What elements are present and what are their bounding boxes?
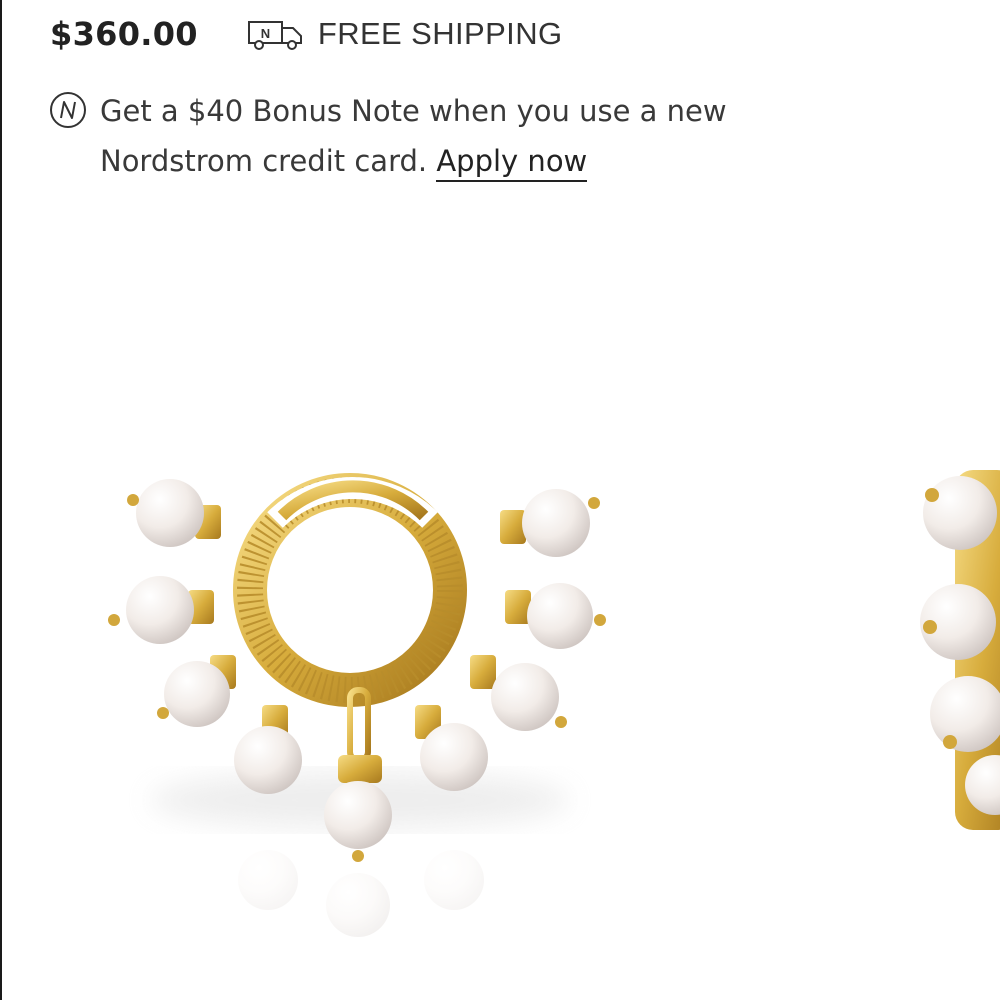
- promo-line-1: Get a $40 Bonus Note when you use a new: [100, 94, 727, 128]
- price-shipping-row: $360.00 N FREE SHIPPING: [50, 14, 563, 54]
- free-shipping-label: FREE SHIPPING: [317, 16, 563, 51]
- product-image[interactable]: [0, 420, 1000, 1000]
- apply-now-link[interactable]: Apply now: [436, 144, 588, 182]
- product-price: $360.00: [50, 15, 198, 53]
- promo-line-2: Nordstrom credit card.: [100, 144, 428, 178]
- delivery-truck-icon: N: [247, 21, 302, 50]
- promo-text: Get a $40 Bonus Note when you use a new …: [100, 86, 727, 186]
- svg-text:N: N: [261, 26, 270, 41]
- nordstrom-note-icon: [50, 92, 86, 128]
- shipping-info: N FREE SHIPPING: [246, 16, 563, 52]
